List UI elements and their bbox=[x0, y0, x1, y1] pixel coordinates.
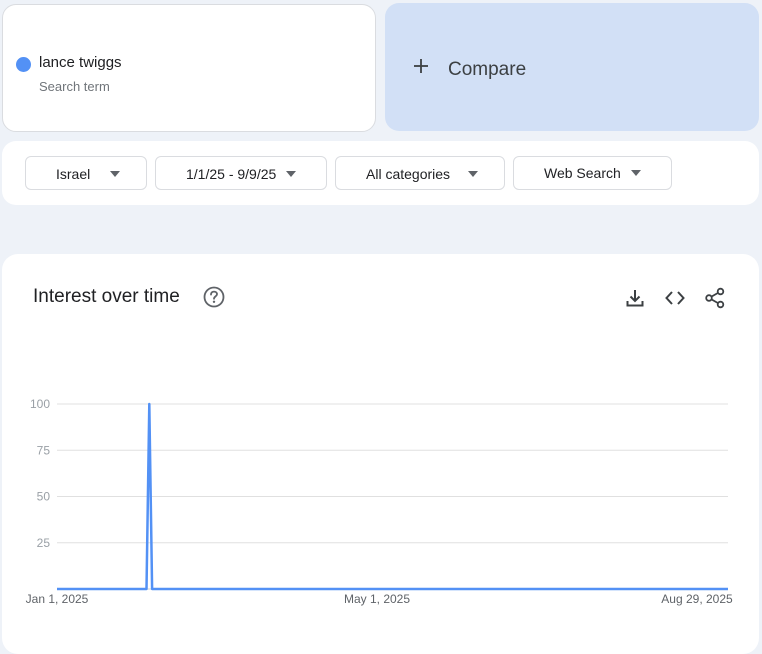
compare-label: Compare bbox=[448, 59, 527, 80]
search-term-card[interactable]: lance twiggs Search term bbox=[2, 4, 376, 132]
y-tick-label: 100 bbox=[30, 397, 50, 411]
interest-over-time-chart: 25 50 75 100 Jan 1, 2025 May 1, 2025 Aug 29, 2… bbox=[26, 397, 733, 606]
x-tick-label: Jan 1, 2025 bbox=[26, 592, 89, 606]
download-icon[interactable] bbox=[624, 287, 646, 309]
caret-down-icon bbox=[110, 171, 120, 177]
search-term-name[interactable]: lance twiggs bbox=[39, 54, 122, 71]
category-value: All categories bbox=[366, 166, 451, 182]
embed-code-icon[interactable] bbox=[664, 287, 686, 309]
panel-title: Interest over time bbox=[33, 286, 180, 307]
y-tick-label: 25 bbox=[37, 536, 51, 550]
caret-down-icon bbox=[468, 171, 478, 177]
y-tick-label: 75 bbox=[37, 443, 51, 457]
search-type-value: Web Search bbox=[544, 165, 621, 181]
help-icon[interactable] bbox=[203, 286, 225, 308]
x-tick-label: May 1, 2025 bbox=[344, 592, 410, 606]
caret-down-icon bbox=[286, 171, 296, 177]
category-dropdown[interactable]: All categories bbox=[335, 156, 505, 190]
share-icon[interactable] bbox=[704, 287, 726, 309]
region-value: Israel bbox=[56, 166, 91, 182]
plus-icon bbox=[414, 59, 428, 73]
y-tick-label: 50 bbox=[37, 490, 51, 504]
date-range-dropdown[interactable]: 1/1/25 - 9/9/25 bbox=[155, 156, 327, 190]
compare-button[interactable] bbox=[385, 3, 759, 131]
search-term-subtitle: Search term bbox=[39, 79, 110, 94]
date-range-value: 1/1/25 - 9/9/25 bbox=[186, 166, 277, 182]
caret-down-icon bbox=[631, 170, 641, 176]
region-dropdown[interactable]: Israel bbox=[25, 156, 147, 190]
search-term-color-dot bbox=[16, 57, 31, 72]
search-type-dropdown[interactable]: Web Search bbox=[513, 156, 672, 190]
x-tick-label: Aug 29, 2025 bbox=[661, 592, 733, 606]
